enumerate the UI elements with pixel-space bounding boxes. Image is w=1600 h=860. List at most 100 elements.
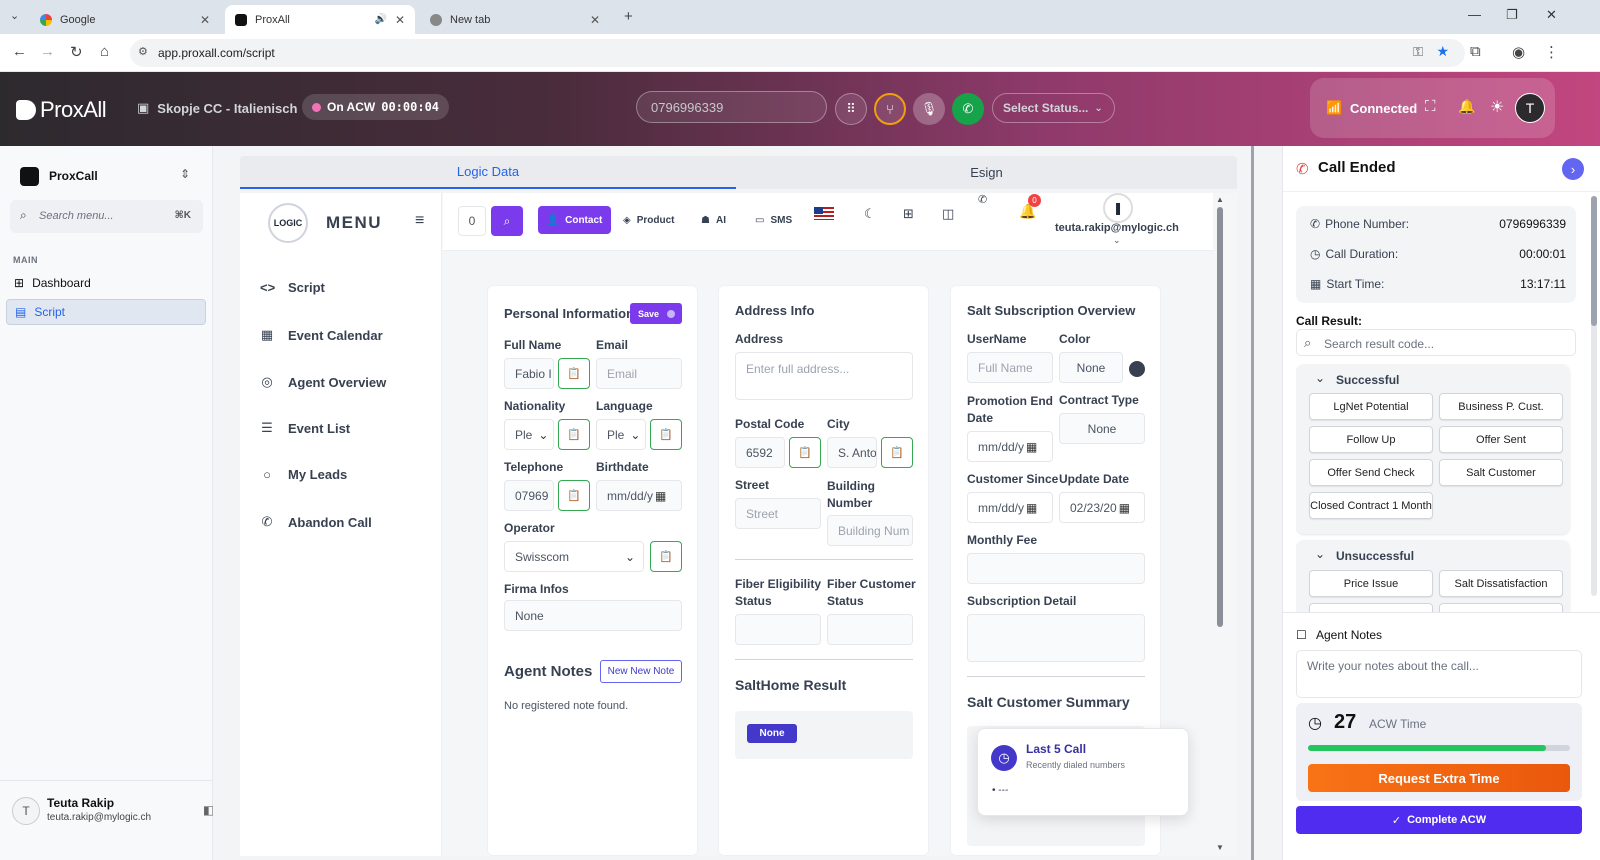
tab-list-icon[interactable]: ⌄ (10, 9, 19, 22)
telephone-input[interactable]: 07969 (504, 480, 554, 511)
call-button[interactable]: ✆ (952, 93, 984, 125)
apps-icon[interactable]: ⊞ (903, 206, 914, 222)
result-salt-customer-button[interactable]: Salt Customer (1439, 459, 1563, 486)
firma-infos-input[interactable]: None (504, 600, 682, 631)
language-select[interactable]: Ple ⌄ (596, 419, 646, 450)
subscription-detail-textarea[interactable] (967, 614, 1145, 662)
collapse-panel-button[interactable]: › (1562, 158, 1584, 180)
scroll-up-icon[interactable]: ▲ (1216, 195, 1224, 204)
result-business-p-cust-button[interactable]: Business P. Cust. (1439, 393, 1563, 420)
email-input[interactable]: Email (596, 358, 682, 389)
transfer-button[interactable]: ⑂ (874, 93, 906, 125)
scroll-down-icon[interactable]: ▼ (1216, 843, 1224, 852)
scrollbar-thumb[interactable] (1591, 196, 1597, 326)
agent-notes-textarea[interactable]: Write your notes about the call... (1296, 650, 1582, 698)
status-select[interactable]: Select Status... ⌄ (992, 93, 1115, 123)
hamburger-icon[interactable]: ≡ (415, 212, 424, 230)
chevron-down-icon[interactable]: ⌄ (1315, 371, 1325, 385)
birthdate-input[interactable]: mm/dd/y ▦ (596, 480, 682, 511)
product-button[interactable]: ◈ Product (623, 206, 683, 234)
layout-icon[interactable]: ◫ (942, 206, 954, 222)
contact-button[interactable]: 👤 Contact (538, 206, 611, 234)
resize-handle[interactable] (1251, 146, 1254, 860)
logic-search-input[interactable]: 0 (458, 206, 486, 236)
user-avatar[interactable]: T (12, 797, 40, 825)
window-close-icon[interactable]: ✕ (1546, 7, 1557, 23)
menu-item-agent-overview[interactable]: ◎ Agent Overview (260, 374, 386, 390)
key-icon[interactable]: ⚿ (1413, 44, 1423, 60)
sidebar-search-input[interactable]: ⌕ Search menu... ⌘K (10, 200, 203, 233)
sidebar-item-dashboard[interactable]: ⊞ Dashboard (6, 270, 206, 296)
clipboard-icon[interactable]: 📋 (789, 437, 821, 468)
mute-button[interactable]: 🎙 (913, 93, 945, 125)
menu-item-abandon-call[interactable]: ✆ Abandon Call (260, 514, 372, 530)
result-follow-up-button[interactable]: Follow Up (1309, 426, 1433, 453)
fullscreen-icon[interactable]: ⛶ (1425, 98, 1436, 115)
panel-scrollbar[interactable] (1591, 196, 1597, 596)
result-offer-sent-button[interactable]: Offer Sent (1439, 426, 1563, 453)
dialpad-button[interactable]: ⠿ (835, 93, 867, 125)
reload-icon[interactable]: ↻ (70, 43, 83, 61)
menu-item-event-calendar[interactable]: ▦ Event Calendar (260, 327, 383, 343)
browser-tab-proxall[interactable]: ProxAll 🔊 ✕ (225, 5, 415, 34)
contract-type-input[interactable]: None (1059, 413, 1145, 444)
result-offer-send-check-button[interactable]: Offer Send Check (1309, 459, 1433, 486)
nationality-select[interactable]: Ple ⌄ (504, 419, 554, 450)
street-input[interactable]: Street (735, 498, 821, 529)
update-date-input[interactable]: 02/23/20 ▦ (1059, 492, 1145, 523)
promotion-end-date-input[interactable]: mm/dd/y ▦ (967, 431, 1053, 462)
user-avatar-icon[interactable]: ❚ (1103, 193, 1133, 223)
url-input[interactable]: ⚙ app.proxall.com/script ⚿ ★ (130, 39, 1465, 67)
clipboard-icon[interactable]: 📋 (558, 419, 590, 450)
scrollbar-thumb[interactable] (1217, 207, 1223, 627)
save-button[interactable]: Save (630, 303, 682, 324)
moon-icon[interactable]: ☾ (864, 206, 876, 222)
app-logo[interactable]: ProxAll (16, 97, 107, 123)
new-note-button[interactable]: New New Note (600, 660, 682, 683)
close-icon[interactable]: ✕ (395, 13, 405, 27)
menu-item-my-leads[interactable]: ○ My Leads (260, 467, 347, 482)
result-lgnet-potential-button[interactable]: LgNet Potential (1309, 393, 1433, 420)
fiber-eligibility-input[interactable] (735, 614, 821, 645)
sun-icon[interactable]: ☀ (1490, 97, 1504, 117)
phone-number-input[interactable]: 0796996339 (636, 91, 827, 123)
result-closed-contract-button[interactable]: Closed Contract 1 Month (1309, 492, 1433, 519)
forward-icon[interactable]: → (40, 43, 55, 60)
close-icon[interactable]: ✕ (200, 13, 210, 27)
fiber-customer-input[interactable] (827, 614, 913, 645)
monthly-fee-input[interactable] (967, 553, 1145, 584)
username-input[interactable]: Full Name (967, 352, 1053, 383)
chevron-down-icon[interactable]: ⌄ (1315, 547, 1325, 561)
org-name[interactable]: ProxCall (49, 169, 98, 183)
close-icon[interactable]: ✕ (590, 13, 600, 27)
complete-acw-button[interactable]: ✓ Complete ACW (1296, 806, 1582, 834)
phone-ring-icon[interactable]: ✆ (978, 193, 987, 206)
extensions-icon[interactable]: ⧉ (1470, 43, 1481, 60)
speaker-icon[interactable]: 🔊 (374, 14, 386, 25)
menu-item-script[interactable]: <> Script (260, 280, 325, 295)
ai-button[interactable]: ☗ AI (701, 206, 741, 234)
logic-search-button[interactable]: ⌕ (491, 206, 523, 236)
result-search-input[interactable]: ⌕ Search result code... (1296, 329, 1576, 356)
request-extra-time-button[interactable]: Request Extra Time (1308, 764, 1570, 792)
city-input[interactable]: S. Anto (827, 437, 877, 468)
clipboard-icon[interactable]: 📋 (558, 480, 590, 511)
sms-button[interactable]: ▭ SMS (755, 206, 805, 234)
last-calls-popup[interactable]: ◷ Last 5 Call Recently dialed numbers • … (977, 728, 1189, 816)
profile-icon[interactable]: ◉ (1512, 43, 1525, 61)
result-salt-dissatisfaction-button[interactable]: Salt Dissatisfaction (1439, 570, 1563, 597)
group-label[interactable]: Unsuccessful (1336, 549, 1414, 563)
browser-tab-google[interactable]: Google ✕ (30, 5, 220, 34)
sidebar-item-script[interactable]: ▤ Script (6, 299, 206, 325)
operator-select[interactable]: Swisscom ⌄ (504, 541, 644, 572)
back-icon[interactable]: ← (12, 43, 27, 60)
home-icon[interactable]: ⌂ (100, 43, 109, 60)
us-flag-icon[interactable] (814, 207, 834, 220)
chevron-down-icon[interactable]: ⌄ (1113, 235, 1121, 246)
minimize-icon[interactable]: — (1468, 7, 1481, 22)
tab-logic-data[interactable]: Logic Data (240, 156, 736, 189)
bell-icon[interactable]: 🔔 (1458, 98, 1475, 115)
browser-tab-newtab[interactable]: New tab ✕ (420, 5, 610, 34)
color-input[interactable]: None (1059, 352, 1123, 383)
star-icon[interactable]: ★ (1436, 43, 1449, 60)
